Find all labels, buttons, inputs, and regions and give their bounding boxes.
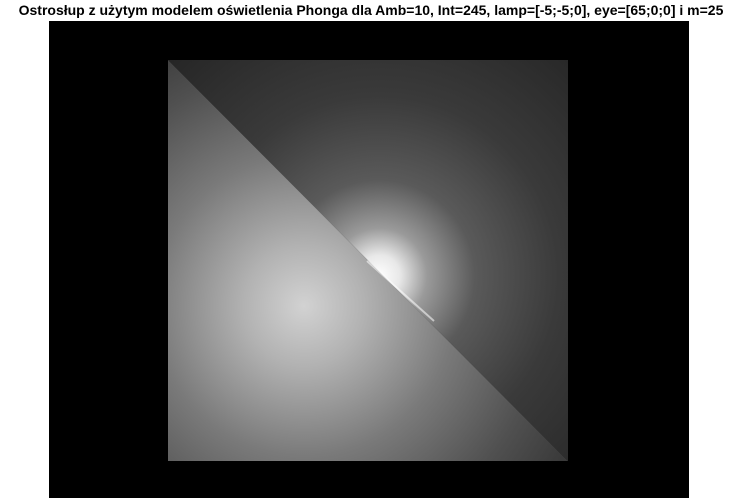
pyramid-render — [168, 60, 568, 461]
figure-title: Ostrosłup z użytym modelem oświetlenia P… — [18, 2, 724, 18]
render-canvas — [49, 21, 689, 498]
